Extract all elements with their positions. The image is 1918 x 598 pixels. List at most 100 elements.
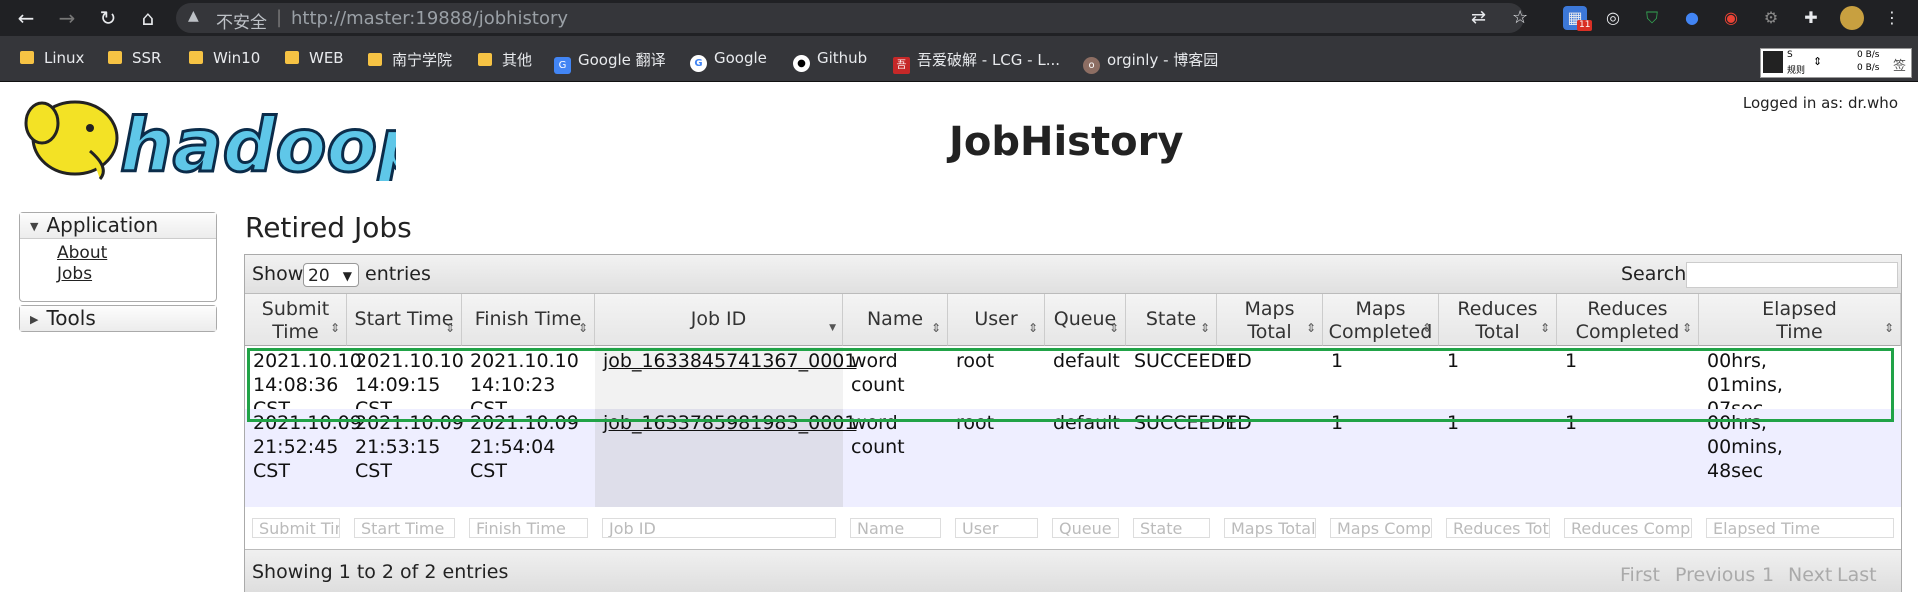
column-header-label: Total xyxy=(1475,321,1520,343)
column-header-state[interactable]: State ⇕ xyxy=(1126,294,1217,346)
star-icon[interactable]: ☆ xyxy=(1512,7,1528,28)
search-input[interactable] xyxy=(1686,262,1898,288)
sort-icon: ⇕ xyxy=(1883,321,1894,335)
column-header-maps-completed[interactable]: Maps Completed ⇕ xyxy=(1323,294,1439,346)
filter-input-finish-time[interactable]: Finish Time xyxy=(469,518,588,538)
puzzle-icon[interactable]: ✚ xyxy=(1799,6,1823,30)
sort-icon: ⇕ xyxy=(1421,321,1432,335)
cell-line: CST xyxy=(355,460,392,482)
netmon-extra: 签 xyxy=(1893,59,1907,74)
bookmark-other[interactable]: 其他 xyxy=(478,49,532,69)
bookmark-label: Github xyxy=(817,49,868,67)
last-page-button[interactable]: Last xyxy=(1837,564,1877,586)
sidebar-link-jobs[interactable]: Jobs xyxy=(57,264,216,285)
security-label: 不安全 xyxy=(216,13,267,33)
bookmark-52pojie[interactable]: 吾吾爱破解 - LCG - L... xyxy=(893,49,1061,74)
filter-input-name[interactable]: Name xyxy=(850,518,941,538)
column-header-job-id[interactable]: Job ID ▼ xyxy=(595,294,843,346)
separator: | xyxy=(276,7,283,28)
back-icon[interactable]: ← xyxy=(14,6,38,30)
eyes-icon[interactable]: ◉ xyxy=(1719,6,1743,30)
gear-icon[interactable]: ⚙ xyxy=(1759,6,1783,30)
filter-input-maps-total[interactable]: Maps Total xyxy=(1224,518,1316,538)
forward-icon[interactable]: → xyxy=(55,6,79,30)
sidebar-link-about[interactable]: About xyxy=(57,243,216,264)
avatar[interactable] xyxy=(1840,6,1864,30)
column-header-label: Completed xyxy=(1328,321,1433,343)
entries-label: entries xyxy=(365,263,431,285)
reload-icon[interactable]: ↻ xyxy=(96,6,120,30)
sidebar-tools-header[interactable]: ▶ Tools xyxy=(20,306,216,331)
cell-line: 00mins, xyxy=(1707,436,1783,458)
bookmark-win10[interactable]: Win10 xyxy=(189,49,260,69)
filter-input-submit-time[interactable]: Submit Time xyxy=(252,518,340,538)
filter-input-reduces-completed[interactable]: Reduces Completed xyxy=(1564,518,1692,538)
globe-icon[interactable]: ● xyxy=(1680,6,1704,30)
netmon-down: 0 B/s xyxy=(1857,63,1880,73)
google-icon: G xyxy=(690,55,707,72)
filter-input-start-time[interactable]: Start Time xyxy=(354,518,455,538)
filter-input-queue[interactable]: Queue xyxy=(1052,518,1119,538)
filter-input-elapsed-time[interactable]: Elapsed Time xyxy=(1706,518,1894,538)
column-header-submit-time[interactable]: Submit Time ⇕ xyxy=(245,294,347,346)
network-monitor: S 规则 ⇕ 0 B/s 0 B/s 签 xyxy=(1760,48,1912,78)
url-text[interactable]: http://master:19888/jobhistory xyxy=(291,8,568,29)
bookmark-label: Google 翻译 xyxy=(578,51,666,69)
netmon-up: 0 B/s xyxy=(1857,50,1880,60)
netmon-s: S xyxy=(1787,50,1793,60)
page-title: JobHistory xyxy=(949,119,1184,165)
page-size-select[interactable]: 20 ▼ xyxy=(303,263,359,287)
extension-icon[interactable]: ▦ 11 xyxy=(1563,6,1593,31)
home-icon[interactable]: ⌂ xyxy=(136,6,160,30)
column-header-reduces-total[interactable]: Reduces Total ⇕ xyxy=(1439,294,1557,346)
bookmark-github[interactable]: ● Github xyxy=(793,49,868,72)
bookmark-web[interactable]: WEB xyxy=(285,49,344,69)
bookmark-label: WEB xyxy=(309,49,344,67)
sort-icon: ⇕ xyxy=(930,321,941,335)
glasses-icon[interactable]: ◎ xyxy=(1601,6,1625,30)
shield-icon[interactable]: ⛉ xyxy=(1640,6,1664,30)
column-header-name[interactable]: Name ⇕ xyxy=(843,294,948,346)
bookmark-cnblogs[interactable]: o orginly - 博客园 xyxy=(1083,49,1219,74)
filter-input-user[interactable]: User xyxy=(955,518,1038,538)
sidebar-tools-label: Tools xyxy=(46,306,96,330)
folder-icon xyxy=(20,51,34,64)
column-header-user[interactable]: User ⇕ xyxy=(948,294,1045,346)
bookmark-ssr[interactable]: SSR xyxy=(108,49,161,69)
bookmark-label: orginly - 博客园 xyxy=(1107,51,1219,69)
search-label: Search: xyxy=(1621,263,1693,285)
column-header-label: Elapsed xyxy=(1762,298,1837,320)
address-bar[interactable]: ▲ 不安全 | http://master:19888/jobhistory ⇄… xyxy=(176,3,1528,33)
column-header-finish-time[interactable]: Finish Time ⇕ xyxy=(462,294,595,346)
filter-input-job-id[interactable]: Job ID xyxy=(602,518,836,538)
bookmark-google-translate[interactable]: G Google 翻译 xyxy=(554,49,666,74)
bookmark-nanning[interactable]: 南宁学院 xyxy=(368,49,452,69)
next-page-button[interactable]: Next xyxy=(1788,564,1832,586)
column-header-label: Reduces xyxy=(1457,298,1538,320)
column-header-start-time[interactable]: Start Time ⇕ xyxy=(347,294,462,346)
bookmark-label: 吾爱破解 - LCG - L... xyxy=(917,51,1061,69)
sidebar-application-header[interactable]: ▼ Application xyxy=(20,213,216,239)
chevron-down-icon: ▼ xyxy=(342,269,352,283)
cell-line: 21:52:45 xyxy=(253,436,339,458)
column-header-reduces-completed[interactable]: Reduces Completed ⇕ xyxy=(1557,294,1699,346)
first-page-button[interactable]: First xyxy=(1620,564,1660,586)
filter-input-state[interactable]: State xyxy=(1133,518,1210,538)
column-header-maps-total[interactable]: Maps Total ⇕ xyxy=(1217,294,1323,346)
filter-input-reduces-total[interactable]: Reduces Total xyxy=(1446,518,1550,538)
previous-page-button[interactable]: Previous xyxy=(1675,564,1755,586)
menu-icon[interactable]: ⋮ xyxy=(1880,6,1904,30)
filter-input-maps-completed[interactable]: Maps Completed xyxy=(1330,518,1432,538)
bookmark-google[interactable]: G Google xyxy=(690,49,767,72)
bookmark-linux[interactable]: Linux xyxy=(20,49,84,69)
column-header-label: Start Time xyxy=(354,308,454,330)
translate-icon[interactable]: ⇄ xyxy=(1471,7,1486,28)
table-footer: Showing 1 to 2 of 2 entries First Previo… xyxy=(245,549,1901,592)
sort-icon: ⇕ xyxy=(1199,321,1210,335)
column-header-label: Maps xyxy=(1355,298,1406,320)
ext-badge: 11 xyxy=(1577,20,1593,31)
column-header-label: Reduces xyxy=(1587,298,1668,320)
page-1-button[interactable]: 1 xyxy=(1762,564,1774,586)
column-header-elapsed-time[interactable]: Elapsed Time ⇕ xyxy=(1699,294,1901,346)
column-header-queue[interactable]: Queue ⇕ xyxy=(1045,294,1126,346)
